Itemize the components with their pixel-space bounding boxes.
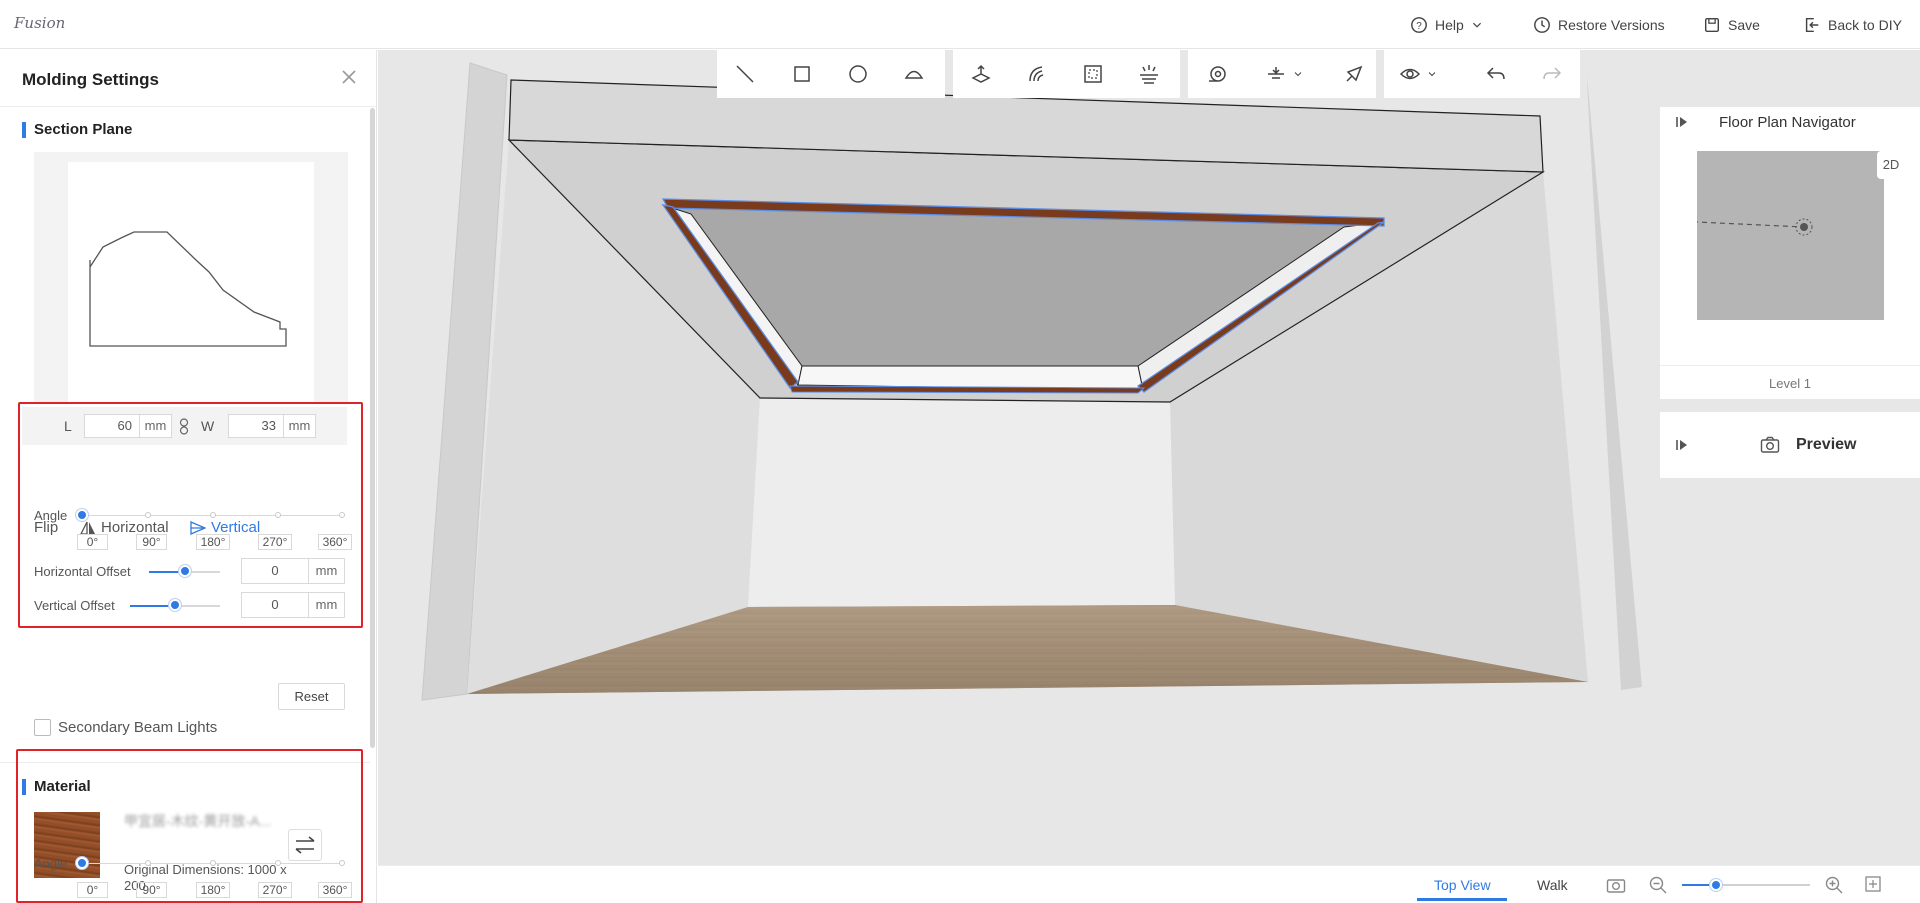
clock-icon: [1534, 17, 1550, 33]
section-plane-heading: Section Plane: [22, 121, 132, 138]
screenshot-icon[interactable]: [1606, 876, 1626, 894]
help-icon: ?: [1411, 17, 1427, 33]
redo-button[interactable]: [1532, 50, 1572, 98]
line-tool-icon: [736, 65, 754, 83]
rectangle-tool-icon: [794, 66, 810, 82]
zoom-in-icon[interactable]: [1824, 875, 1844, 895]
save-button[interactable]: Save: [1703, 13, 1760, 37]
floor-plan-navigator: Floor Plan Navigator 2D Level 1: [1660, 107, 1920, 399]
frame-button[interactable]: [1073, 50, 1113, 98]
offset-icon: [1029, 66, 1044, 82]
redo-icon: [1543, 67, 1562, 80]
level-label[interactable]: Level 1: [1660, 376, 1920, 391]
help-menu[interactable]: ? Help: [1410, 13, 1483, 37]
restore-versions-button[interactable]: Restore Versions: [1533, 13, 1665, 37]
brush-icon: [1346, 65, 1363, 82]
rotate-view-button[interactable]: [1197, 50, 1237, 98]
panel-title: Molding Settings: [22, 70, 159, 89]
camera-marker: [1674, 218, 1813, 236]
expand-navigator-icon[interactable]: [1675, 115, 1689, 129]
circle-tool-icon: [849, 65, 867, 83]
help-label: Help: [1435, 17, 1464, 33]
chevron-down-icon: [1428, 72, 1436, 77]
visibility-menu-button[interactable]: [1390, 50, 1446, 98]
molding-profile-shape: [89, 231, 287, 347]
top-view-tab[interactable]: Top View: [1434, 877, 1491, 893]
section-settings-highlight: [18, 402, 363, 628]
chevron-down-icon: [1472, 22, 1481, 28]
material-highlight: [16, 749, 363, 903]
camera-icon: [1760, 436, 1780, 453]
undo-button[interactable]: [1476, 50, 1516, 98]
arc-tool-icon: [904, 70, 924, 79]
expand-preview-icon[interactable]: [1675, 438, 1689, 452]
brush-button[interactable]: [1334, 50, 1374, 98]
navigator-map[interactable]: [1674, 151, 1884, 320]
rotate-view-icon: [1209, 66, 1226, 82]
frame-icon: [1084, 65, 1102, 83]
back-to-diy-label: Back to DIY: [1828, 17, 1902, 33]
draw-toolbar: [717, 50, 945, 98]
back-to-diy-button[interactable]: Back to DIY: [1803, 13, 1902, 37]
rectangle-tool-button[interactable]: [782, 50, 822, 98]
preview-panel[interactable]: Preview: [1660, 412, 1920, 478]
align-icon: [1268, 67, 1284, 79]
bottom-bar: Top View Walk: [378, 865, 1920, 903]
chevron-down-icon: [1294, 72, 1302, 77]
light-strip-button[interactable]: [1129, 50, 1169, 98]
preview-label: Preview: [1796, 436, 1857, 453]
eye-icon: [1399, 68, 1421, 80]
navigator-title: Floor Plan Navigator: [1719, 114, 1856, 131]
line-tool-button[interactable]: [725, 50, 765, 98]
top-view-active-indicator: [1417, 898, 1507, 901]
3d-viewport[interactable]: Floor Plan Navigator 2D Level 1 Preview: [378, 50, 1920, 903]
exit-icon: [1805, 17, 1819, 33]
close-icon[interactable]: [340, 68, 358, 86]
zoom-out-icon[interactable]: [1648, 875, 1668, 895]
svg-text:?: ?: [1416, 21, 1422, 32]
restore-versions-label: Restore Versions: [1558, 17, 1665, 33]
section-profile-preview: [34, 152, 348, 402]
offset-button[interactable]: [1017, 50, 1057, 98]
reset-button[interactable]: Reset: [278, 683, 345, 710]
save-label: Save: [1728, 17, 1760, 33]
section-profile-canvas: [68, 162, 314, 402]
navigator-divider: [1660, 365, 1920, 366]
arc-tool-button[interactable]: [894, 50, 934, 98]
push-pull-button[interactable]: [961, 50, 1001, 98]
top-bar: Fusion ? Help Restore Versions Save Back…: [0, 0, 1920, 49]
panel-divider: [0, 106, 376, 107]
panel-scrollbar[interactable]: [370, 108, 375, 748]
fit-icon[interactable]: [1864, 875, 1882, 893]
modify-toolbar: [953, 50, 1180, 98]
zoom-slider-handle[interactable]: [1710, 879, 1722, 891]
secondary-beam-lights-checkbox[interactable]: [34, 719, 51, 736]
toggle-2d-button[interactable]: 2D: [1877, 151, 1905, 179]
light-icon: [1140, 65, 1158, 84]
push-pull-icon: [971, 64, 991, 83]
molding-settings-panel: Molding Settings Section Plane L 60 mm W…: [0, 50, 377, 903]
history-toolbar: [1384, 50, 1580, 98]
app-logo: Fusion: [14, 14, 66, 32]
view-toolbar: [1188, 50, 1376, 98]
walk-tab[interactable]: Walk: [1537, 877, 1568, 893]
align-menu-button[interactable]: [1256, 50, 1312, 98]
circle-tool-button[interactable]: [838, 50, 878, 98]
undo-icon: [1486, 67, 1505, 80]
secondary-beam-lights-label: Secondary Beam Lights: [58, 719, 218, 736]
save-icon: [1704, 17, 1720, 33]
